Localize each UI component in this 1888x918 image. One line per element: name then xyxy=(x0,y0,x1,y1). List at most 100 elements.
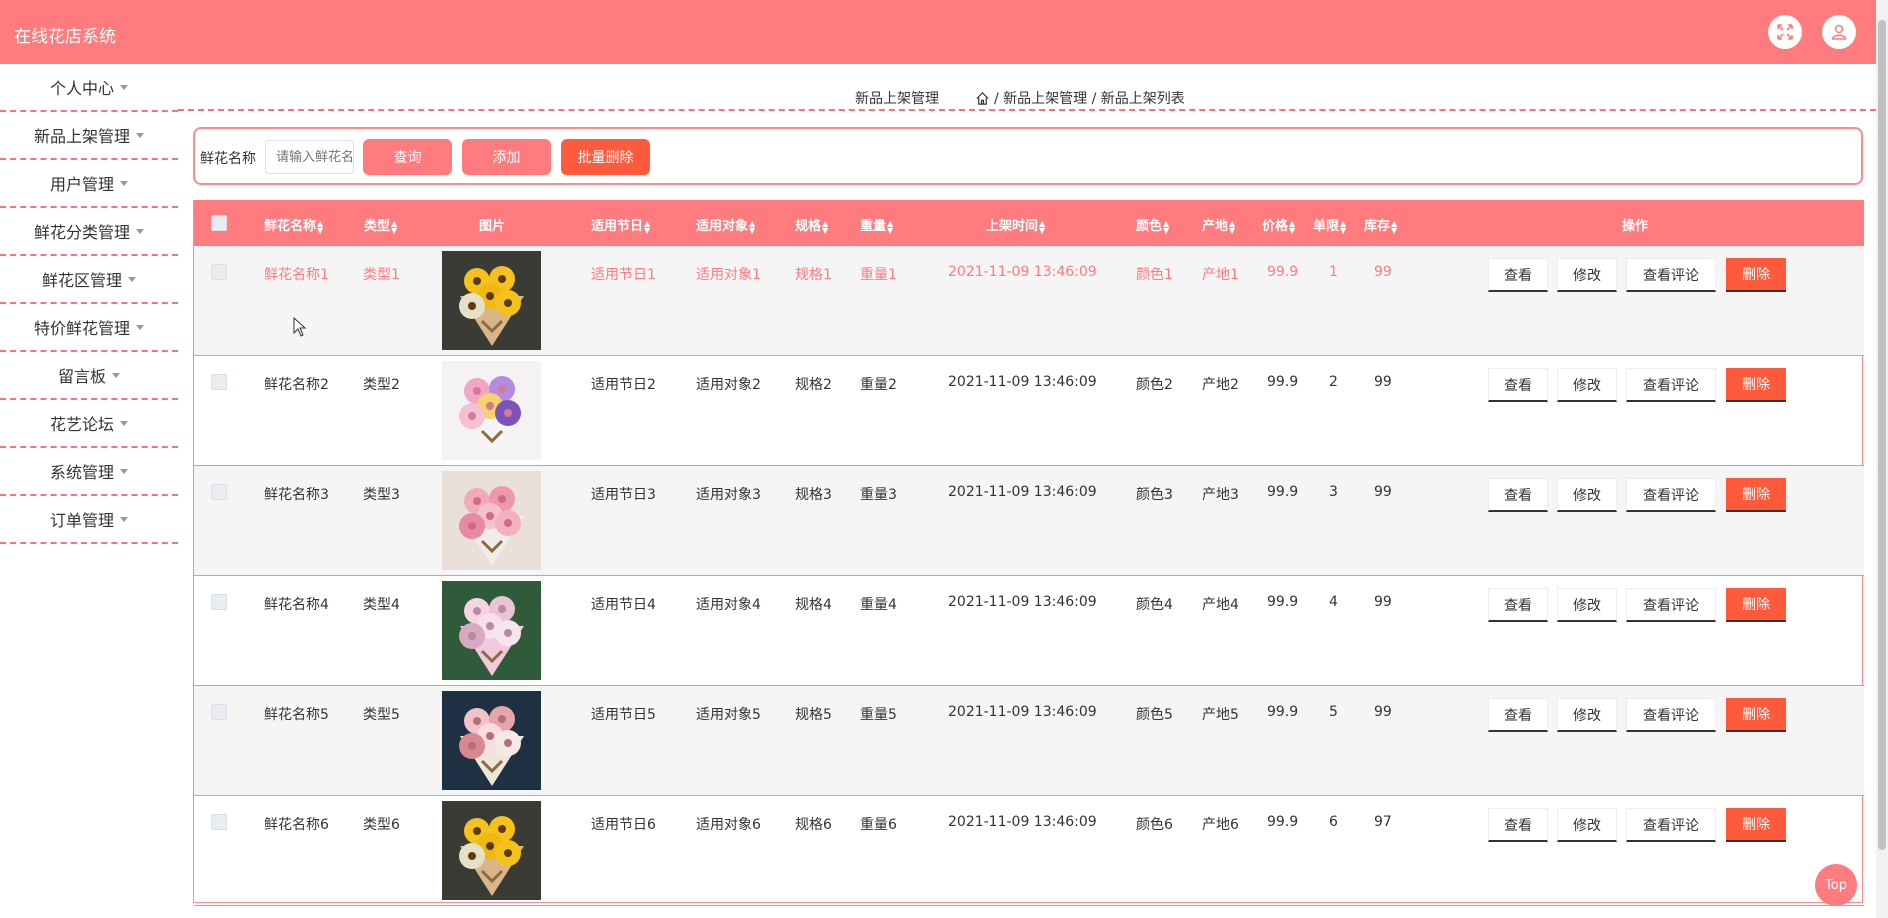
view-button[interactable]: 查看 xyxy=(1488,258,1548,292)
column-header-label: 规格 xyxy=(795,219,822,234)
sidebar-item-label: 用户管理 xyxy=(49,175,114,194)
column-header[interactable]: 价格▲ ▼ xyxy=(1262,215,1295,234)
select-all-checkbox[interactable] xyxy=(211,215,227,231)
sidebar-item[interactable]: 花艺论坛 xyxy=(0,400,178,448)
sort-icon[interactable]: ▲ ▼ xyxy=(1039,219,1045,234)
table-row[interactable]: 鲜花名称5 类型5 适用节日5 适用对象5 规格5 重量5 2021-11-09 13:46… xyxy=(194,686,1864,796)
column-header[interactable]: 产地▲ ▼ xyxy=(1202,215,1235,234)
edit-button[interactable]: 修改 xyxy=(1557,478,1617,512)
view-button[interactable]: 查看 xyxy=(1488,368,1548,402)
sidebar-item[interactable]: 个人中心 xyxy=(0,64,178,112)
sort-icon[interactable]: ▲ ▼ xyxy=(1391,219,1397,234)
flower-image[interactable] xyxy=(442,471,541,570)
delete-button[interactable]: 删除 xyxy=(1726,368,1786,402)
add-button[interactable]: 添加 xyxy=(462,139,551,175)
view-button[interactable]: 查看 xyxy=(1488,808,1548,842)
sidebar-item[interactable]: 用户管理 xyxy=(0,160,178,208)
view-button[interactable]: 查看 xyxy=(1488,478,1548,512)
delete-button[interactable]: 删除 xyxy=(1726,588,1786,622)
sidebar-item-label: 订单管理 xyxy=(49,511,114,530)
column-header[interactable]: 上架时间▲ ▼ xyxy=(986,215,1045,234)
cell-limit: 4 xyxy=(1329,594,1338,610)
fullscreen-button[interactable] xyxy=(1768,15,1802,49)
user-avatar-button[interactable] xyxy=(1822,15,1856,49)
table-row[interactable]: 鲜花名称4 类型4 适用节日4 适用对象4 规格4 重量4 2021-11-09 13:46… xyxy=(194,576,1864,686)
column-header-label: 鲜花名称 xyxy=(264,219,317,234)
edit-button[interactable]: 修改 xyxy=(1557,698,1617,732)
table-row[interactable]: 鲜花名称6 类型6 适用节日6 适用对象6 规格6 重量6 2021-11-09 13:46… xyxy=(194,796,1864,906)
column-header[interactable]: 重量▲ ▼ xyxy=(860,215,893,234)
sort-icon[interactable]: ▲ ▼ xyxy=(887,219,893,234)
sort-icon[interactable]: ▲ ▼ xyxy=(1163,219,1169,234)
view-comments-button[interactable]: 查看评论 xyxy=(1626,478,1716,512)
sidebar-item[interactable]: 留言板 xyxy=(0,352,178,400)
cell-price: 99.9 xyxy=(1267,484,1299,500)
cell-type: 类型1 xyxy=(363,267,400,283)
sidebar-item[interactable]: 特价鲜花管理 xyxy=(0,304,178,352)
view-comments-button[interactable]: 查看评论 xyxy=(1626,698,1716,732)
sort-icon[interactable]: ▲ ▼ xyxy=(317,219,323,234)
column-header[interactable]: 鲜花名称▲ ▼ xyxy=(264,215,323,234)
cell-stock: 99 xyxy=(1374,594,1392,610)
delete-button[interactable]: 删除 xyxy=(1726,698,1786,732)
sort-icon[interactable]: ▲ ▼ xyxy=(822,219,828,234)
column-header[interactable]: 类型▲ ▼ xyxy=(364,215,397,234)
table-row[interactable]: 鲜花名称1 类型1 适用节日1 适用对象1 规格1 重量1 2021-11-09 13:46… xyxy=(194,246,1864,356)
view-comments-button[interactable]: 查看评论 xyxy=(1626,808,1716,842)
flower-image[interactable] xyxy=(442,801,541,900)
cell-limit: 1 xyxy=(1329,264,1338,280)
column-header[interactable]: 适用对象▲ ▼ xyxy=(696,215,755,234)
flower-image[interactable] xyxy=(442,251,541,350)
home-icon[interactable] xyxy=(975,91,990,106)
sort-icon[interactable]: ▲ ▼ xyxy=(1340,219,1346,234)
column-header[interactable]: 颜色▲ ▼ xyxy=(1136,215,1169,234)
column-header[interactable]: 适用节日▲ ▼ xyxy=(591,215,650,234)
sidebar-item[interactable]: 系统管理 xyxy=(0,448,178,496)
sort-icon[interactable]: ▲ ▼ xyxy=(749,219,755,234)
breadcrumb-divider xyxy=(178,109,1876,111)
table-header: 鲜花名称▲ ▼ 类型▲ ▼ 图片 适用节日▲ ▼ 适用对象▲ ▼ 规格▲ ▼ 重量▲ ▼ 上架时间▲ ▼ 颜色… xyxy=(194,200,1864,246)
page-scrollbar[interactable] xyxy=(1876,0,1888,918)
edit-button[interactable]: 修改 xyxy=(1557,368,1617,402)
sort-icon[interactable]: ▲ ▼ xyxy=(644,219,650,234)
table-row[interactable]: 鲜花名称3 类型3 适用节日3 适用对象3 规格3 重量3 2021-11-09 13:46… xyxy=(194,466,1864,576)
sidebar-item[interactable]: 订单管理 xyxy=(0,496,178,544)
column-header[interactable]: 规格▲ ▼ xyxy=(795,215,828,234)
flower-image[interactable] xyxy=(442,361,541,460)
edit-button[interactable]: 修改 xyxy=(1557,588,1617,622)
delete-button[interactable]: 删除 xyxy=(1726,258,1786,292)
view-comments-button[interactable]: 查看评论 xyxy=(1626,258,1716,292)
back-to-top-button[interactable]: Top xyxy=(1815,864,1857,906)
query-button[interactable]: 查询 xyxy=(363,139,452,175)
sort-icon[interactable]: ▲ ▼ xyxy=(1289,219,1295,234)
caret-down-icon xyxy=(120,180,128,186)
edit-button[interactable]: 修改 xyxy=(1557,258,1617,292)
row-checkbox[interactable] xyxy=(211,814,227,830)
row-checkbox[interactable] xyxy=(211,264,227,280)
view-button[interactable]: 查看 xyxy=(1488,698,1548,732)
row-checkbox[interactable] xyxy=(211,374,227,390)
row-checkbox[interactable] xyxy=(211,704,227,720)
flower-image[interactable] xyxy=(442,581,541,680)
mouse-cursor-icon xyxy=(293,317,307,337)
edit-button[interactable]: 修改 xyxy=(1557,808,1617,842)
view-comments-button[interactable]: 查看评论 xyxy=(1626,588,1716,622)
delete-button[interactable]: 删除 xyxy=(1726,808,1786,842)
flower-image[interactable] xyxy=(442,691,541,790)
sidebar-item[interactable]: 鲜花分类管理 xyxy=(0,208,178,256)
sort-icon[interactable]: ▲ ▼ xyxy=(1229,219,1235,234)
view-button[interactable]: 查看 xyxy=(1488,588,1548,622)
sidebar-item[interactable]: 鲜花区管理 xyxy=(0,256,178,304)
view-comments-button[interactable]: 查看评论 xyxy=(1626,368,1716,402)
delete-button[interactable]: 删除 xyxy=(1726,478,1786,512)
column-header[interactable]: 库存▲ ▼ xyxy=(1364,215,1397,234)
search-input[interactable] xyxy=(265,140,354,174)
row-checkbox[interactable] xyxy=(211,594,227,610)
column-header[interactable]: 单限▲ ▼ xyxy=(1313,215,1346,234)
row-checkbox[interactable] xyxy=(211,484,227,500)
sidebar-item[interactable]: 新品上架管理 xyxy=(0,112,178,160)
sort-icon[interactable]: ▲ ▼ xyxy=(391,219,397,234)
scrollbar-thumb[interactable] xyxy=(1878,20,1886,850)
table-row[interactable]: 鲜花名称2 类型2 适用节日2 适用对象2 规格2 重量2 2021-11-09 13:46… xyxy=(194,356,1864,466)
batch-delete-button[interactable]: 批量删除 xyxy=(561,139,650,175)
